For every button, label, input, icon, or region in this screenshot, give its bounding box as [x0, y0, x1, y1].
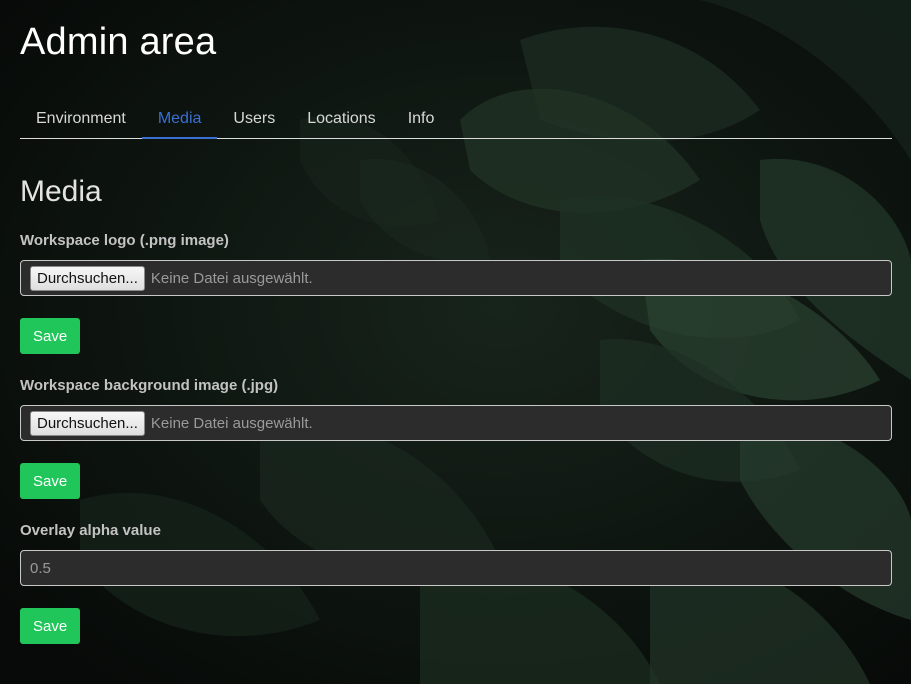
- overlay-save-button[interactable]: Save: [20, 608, 81, 644]
- admin-page: Admin area Environment Media Users Locat…: [0, 0, 911, 644]
- admin-tabs: Environment Media Users Locations Info: [20, 100, 892, 139]
- tab-locations[interactable]: Locations: [291, 100, 392, 139]
- background-file-status: Keine Datei ausgewählt.: [150, 414, 313, 432]
- tab-users[interactable]: Users: [217, 100, 291, 139]
- page-title: Admin area: [20, 21, 217, 63]
- background-browse-button[interactable]: Durchsuchen...: [30, 410, 145, 436]
- tab-info[interactable]: Info: [392, 100, 451, 139]
- logo-browse-button[interactable]: Durchsuchen...: [30, 265, 145, 291]
- background-upload-label: Workspace background image (.jpg): [20, 377, 279, 394]
- overlay-alpha-group: Overlay alpha value Save: [20, 522, 892, 644]
- logo-upload-group: Workspace logo (.png image) Durchsuchen.…: [20, 232, 892, 354]
- overlay-alpha-label: Overlay alpha value: [20, 522, 161, 539]
- logo-upload-label: Workspace logo (.png image): [20, 232, 229, 249]
- background-save-button[interactable]: Save: [20, 463, 81, 499]
- logo-file-status: Keine Datei ausgewählt.: [150, 269, 313, 287]
- background-upload-group: Workspace background image (.jpg) Durchs…: [20, 377, 892, 499]
- tab-environment[interactable]: Environment: [20, 100, 142, 139]
- background-file-input[interactable]: Durchsuchen... Keine Datei ausgewählt.: [20, 405, 892, 441]
- overlay-alpha-input[interactable]: [20, 550, 892, 586]
- section-title: Media: [20, 175, 102, 208]
- tab-media[interactable]: Media: [141, 100, 218, 139]
- logo-save-button[interactable]: Save: [20, 318, 81, 354]
- logo-file-input[interactable]: Durchsuchen... Keine Datei ausgewählt.: [20, 260, 892, 296]
